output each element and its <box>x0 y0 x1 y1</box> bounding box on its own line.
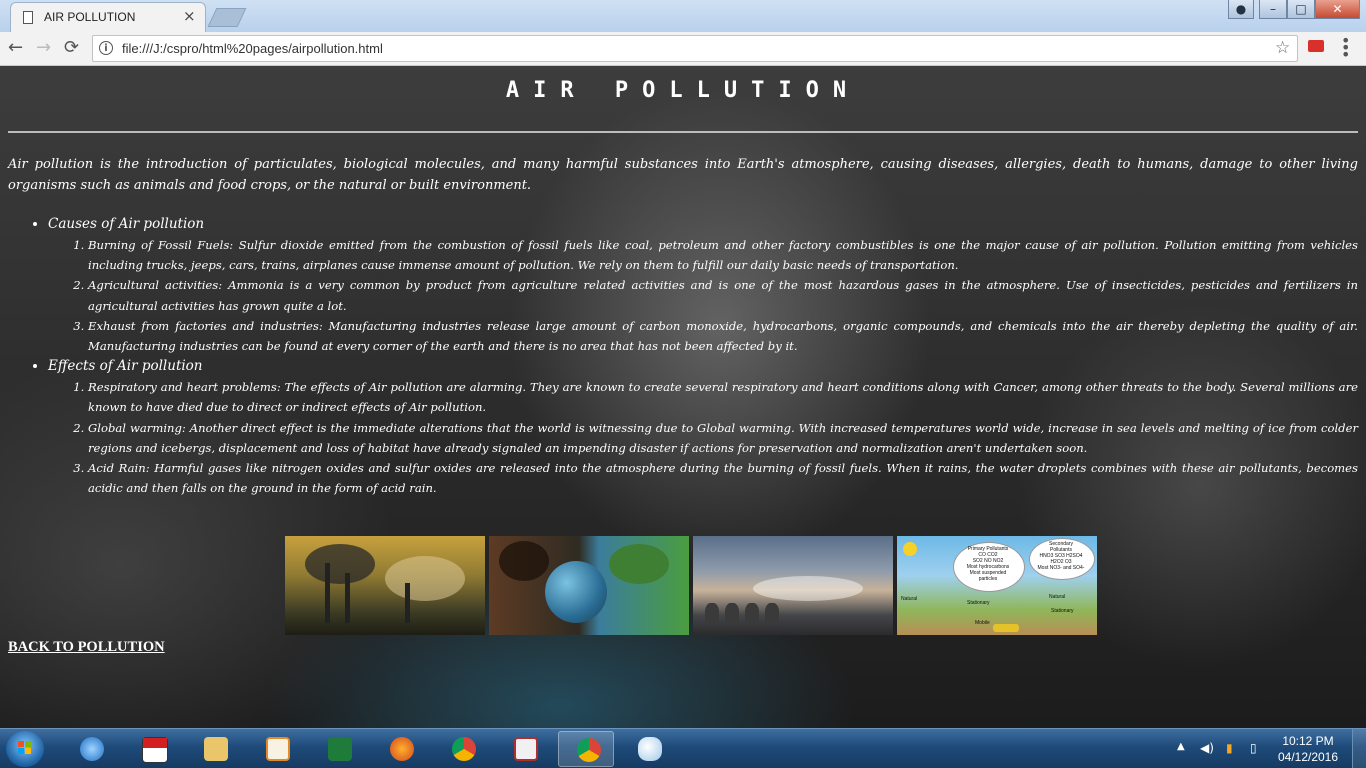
firefox-icon[interactable] <box>372 731 428 767</box>
mobile-label: Mobile <box>975 620 990 626</box>
causes-list: Burning of Fossil Fuels: Sulfur dioxide … <box>48 235 1358 356</box>
image-gallery: Primary Pollutants CO CO2 SO2 NO NO2 Mos… <box>285 536 1105 636</box>
list-item-causes: Causes of Air pollution Burning of Fossi… <box>48 214 1358 356</box>
stationary-label-2: Stationary <box>1051 608 1074 614</box>
stationary-label: Stationary <box>967 600 990 606</box>
forward-icon[interactable]: → <box>36 37 51 58</box>
car-icon <box>993 624 1019 632</box>
sun-icon <box>903 542 917 556</box>
secondary-pollutants-label: Secondary Pollutants HNO3 SO3 H2SO4 H2O2… <box>1037 541 1085 571</box>
browser-titlebar: AIR POLLUTION × ● – □ ✕ <box>0 0 1366 32</box>
list-item: Global warming: Another direct effect is… <box>88 418 1358 458</box>
clock[interactable]: 10:12 PM 04/12/2016 <box>1272 733 1344 765</box>
extension-icon[interactable] <box>1308 40 1324 52</box>
factory-smoke-image <box>285 536 485 635</box>
minimize-button[interactable]: – <box>1259 0 1287 19</box>
show-desktop-button[interactable] <box>1352 729 1366 768</box>
show-hidden-icons-icon[interactable]: ▲ <box>1177 741 1185 752</box>
primary-pollutants-label: Primary Pollutants CO CO2 SO2 NO NO2 Mos… <box>966 546 1010 582</box>
bookmark-star-icon[interactable]: ☆ <box>1275 38 1290 58</box>
internet-explorer-icon[interactable] <box>62 731 118 767</box>
back-to-pollution-link[interactable]: BACK TO POLLUTION <box>8 639 165 656</box>
natural-label-2: Natural <box>1049 594 1066 600</box>
effects-list: Respiratory and heart problems: The effe… <box>48 377 1358 498</box>
intro-paragraph: Air pollution is the introduction of par… <box>8 157 1358 193</box>
horizontal-rule <box>8 131 1358 133</box>
network-icon[interactable]: ▮ <box>1226 741 1233 755</box>
media-player-icon[interactable] <box>248 731 304 767</box>
close-tab-icon[interactable]: × <box>183 7 196 25</box>
pollutants-diagram-image: Primary Pollutants CO CO2 SO2 NO NO2 Mos… <box>897 536 1097 635</box>
list-item: Burning of Fossil Fuels: Sulfur dioxide … <box>88 235 1358 275</box>
chrome-icon[interactable] <box>434 731 490 767</box>
chrome-active-icon[interactable] <box>558 731 614 767</box>
user-profile-button[interactable]: ● <box>1228 0 1254 19</box>
topic-list: Causes of Air pollution Burning of Fossi… <box>8 214 1358 498</box>
url-text[interactable]: file:///J:/cspro/html%20pages/airpolluti… <box>122 41 383 56</box>
paint-icon[interactable] <box>620 731 676 767</box>
list-item: Acid Rain: Harmful gases like nitrogen o… <box>88 458 1358 498</box>
page-icon <box>23 11 33 24</box>
page-title: AIR POLLUTION <box>505 78 861 103</box>
volume-icon[interactable]: ◀) <box>1200 741 1214 755</box>
page-content: AIR POLLUTION Air pollution is the intro… <box>0 66 1366 728</box>
clock-date: 04/12/2016 <box>1277 750 1339 764</box>
close-window-button[interactable]: ✕ <box>1315 0 1360 19</box>
section-heading: Causes of Air pollution <box>48 216 205 232</box>
list-item: Exhaust from factories and industries: M… <box>88 316 1358 356</box>
iball-icon[interactable] <box>124 731 180 767</box>
list-item: Respiratory and heart problems: The effe… <box>88 377 1358 417</box>
presentation-icon[interactable] <box>496 731 552 767</box>
reload-icon[interactable]: ⟳ <box>64 37 79 58</box>
back-icon[interactable]: ← <box>8 37 23 58</box>
battery-icon[interactable]: ▯ <box>1250 741 1257 755</box>
polluted-earth-image <box>489 536 689 635</box>
new-tab-button[interactable] <box>207 8 247 27</box>
info-icon[interactable]: i <box>99 41 113 55</box>
browser-menu-icon[interactable]: • • • <box>1341 33 1350 63</box>
browser-toolbar: ← → ⟳ i file:///J:/cspro/html%20pages/ai… <box>0 32 1366 66</box>
taskbar: ▲ ◀) ▮ ▯ 10:12 PM 04/12/2016 <box>0 728 1366 768</box>
file-explorer-icon[interactable] <box>186 731 242 767</box>
windows-logo-icon <box>18 741 32 755</box>
excel-icon[interactable] <box>310 731 366 767</box>
clock-time: 10:12 PM <box>1282 734 1334 748</box>
list-item-effects: Effects of Air pollution Respiratory and… <box>48 356 1358 498</box>
start-button[interactable] <box>6 731 44 767</box>
tab-title: AIR POLLUTION <box>44 10 136 24</box>
power-plant-image <box>693 536 893 635</box>
list-item: Agricultural activities: Ammonia is a ve… <box>88 275 1358 315</box>
address-bar[interactable]: i file:///J:/cspro/html%20pages/airpollu… <box>92 35 1298 62</box>
section-heading: Effects of Air pollution <box>48 358 203 375</box>
natural-label: Natural <box>901 596 918 602</box>
maximize-button[interactable]: □ <box>1287 0 1315 19</box>
browser-tab[interactable]: AIR POLLUTION × <box>10 2 206 32</box>
